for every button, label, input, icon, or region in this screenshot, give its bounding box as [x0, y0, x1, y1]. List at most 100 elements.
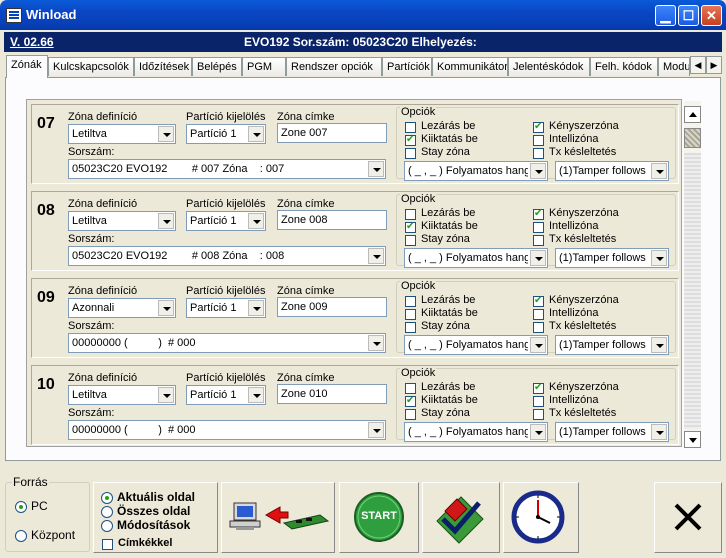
tab-kulcskapcsolok[interactable]: Kulcskapcsolók	[48, 57, 134, 76]
zone-definition-select[interactable]: Letiltva	[68, 124, 176, 144]
tab-idozitesek[interactable]: Időzítések	[134, 57, 192, 76]
exit-button[interactable]	[654, 482, 722, 553]
tab-scroll-left-button[interactable]: ◀	[690, 56, 706, 74]
tx-delay-checkbox[interactable]	[533, 322, 544, 333]
source-central-radio[interactable]	[15, 530, 27, 542]
stay-zone-checkbox[interactable]	[405, 409, 416, 420]
tamper-select[interactable]: (1)Tamper follows	[555, 161, 669, 181]
partition-select[interactable]: Partíció 1	[186, 211, 266, 231]
tamper-select[interactable]: (1)Tamper follows	[555, 248, 669, 268]
page-all-radio[interactable]	[101, 506, 113, 518]
chevron-down-icon[interactable]	[368, 161, 384, 177]
chevron-down-icon[interactable]	[530, 424, 546, 440]
stay-zone-checkbox[interactable]	[405, 148, 416, 159]
start-button[interactable]: START	[339, 482, 419, 553]
zone-label-input[interactable]: Zone 009	[277, 297, 387, 317]
force-zone-checkbox[interactable]	[533, 207, 544, 221]
chevron-down-icon[interactable]	[530, 337, 546, 353]
lock-checkbox[interactable]	[405, 383, 416, 394]
tamper-select[interactable]: (1)Tamper follows	[555, 422, 669, 442]
chevron-down-icon[interactable]	[651, 250, 667, 266]
tab-kommunikator[interactable]: Kommunikátor	[432, 57, 508, 76]
chevron-down-icon[interactable]	[158, 300, 174, 316]
version-link[interactable]: V. 02.66	[10, 35, 54, 49]
chevron-down-icon[interactable]	[530, 163, 546, 179]
bypass-checkbox[interactable]	[405, 133, 416, 147]
bypass-checkbox[interactable]	[405, 309, 416, 320]
lock-checkbox[interactable]	[405, 209, 416, 220]
chevron-down-icon[interactable]	[248, 387, 264, 403]
maximize-button[interactable]: ☐	[678, 5, 699, 26]
verify-button[interactable]	[422, 482, 500, 553]
zone-label-input[interactable]: Zone 008	[277, 210, 387, 230]
serial-select[interactable]: 00000000 ( ) # 000	[68, 333, 386, 353]
alarm-type-select[interactable]: ( _ , _ ) Folyamatos hang	[404, 335, 548, 355]
lock-checkbox[interactable]	[405, 122, 416, 133]
serial-select[interactable]: 05023C20 EVO192 # 008 Zóna : 008	[68, 246, 386, 266]
source-pc-radio[interactable]	[15, 501, 27, 513]
chevron-down-icon[interactable]	[368, 335, 384, 351]
tab-scroll-right-button[interactable]: ▶	[706, 56, 722, 74]
chevron-down-icon[interactable]	[248, 300, 264, 316]
clock-button[interactable]	[503, 482, 579, 553]
partition-select[interactable]: Partíció 1	[186, 298, 266, 318]
alarm-type-select[interactable]: ( _ , _ ) Folyamatos hang	[404, 422, 548, 442]
zone-label-input[interactable]: Zone 010	[277, 384, 387, 404]
lock-checkbox[interactable]	[405, 296, 416, 307]
tab-felh-kodok[interactable]: Felh. kódok	[590, 57, 658, 76]
bypass-checkbox[interactable]	[405, 220, 416, 234]
tab-zonak[interactable]: Zónák	[6, 55, 48, 78]
chevron-down-icon[interactable]	[158, 387, 174, 403]
force-zone-checkbox[interactable]	[533, 120, 544, 134]
scroll-down-button[interactable]	[684, 431, 701, 448]
close-button[interactable]: ✕	[701, 5, 722, 26]
partition-select[interactable]: Partíció 1	[186, 124, 266, 144]
zone-definition-select[interactable]: Azonnali	[68, 298, 176, 318]
stay-zone-checkbox[interactable]	[405, 235, 416, 246]
alarm-type-select[interactable]: ( _ , _ ) Folyamatos hang	[404, 161, 548, 181]
scroll-track[interactable]	[684, 153, 701, 429]
chevron-down-icon[interactable]	[651, 337, 667, 353]
chevron-down-icon[interactable]	[651, 163, 667, 179]
with-labels-checkbox[interactable]	[102, 539, 113, 550]
alarm-type-select[interactable]: ( _ , _ ) Folyamatos hang	[404, 248, 548, 268]
chevron-down-icon[interactable]	[530, 250, 546, 266]
partition-select[interactable]: Partíció 1	[186, 385, 266, 405]
chevron-down-icon[interactable]	[248, 213, 264, 229]
title-bar[interactable]: Winload ▁ ☐ ✕	[0, 0, 726, 30]
chevron-down-icon[interactable]	[158, 126, 174, 142]
tab-jelenteskodok[interactable]: Jelentéskódok	[508, 57, 590, 76]
zone-definition-select[interactable]: Letiltva	[68, 211, 176, 231]
intelli-zone-checkbox[interactable]	[533, 309, 544, 320]
tx-delay-checkbox[interactable]	[533, 409, 544, 420]
tab-particiok[interactable]: Partíciók	[382, 57, 432, 76]
serial-select[interactable]: 00000000 ( ) # 000	[68, 420, 386, 440]
tx-delay-checkbox[interactable]	[533, 235, 544, 246]
tab-rendszer-opciok[interactable]: Rendszer opciók	[286, 57, 382, 76]
page-changes-radio[interactable]	[101, 520, 113, 532]
chevron-down-icon[interactable]	[651, 424, 667, 440]
bypass-checkbox[interactable]	[405, 394, 416, 408]
zone-label-input[interactable]: Zone 007	[277, 123, 387, 143]
intelli-zone-checkbox[interactable]	[533, 222, 544, 233]
intelli-zone-checkbox[interactable]	[533, 396, 544, 407]
chevron-down-icon[interactable]	[158, 213, 174, 229]
chevron-down-icon[interactable]	[368, 248, 384, 264]
intelli-zone-checkbox[interactable]	[533, 135, 544, 146]
minimize-button[interactable]: ▁	[655, 5, 676, 26]
force-zone-checkbox[interactable]	[533, 294, 544, 308]
chevron-down-icon[interactable]	[368, 422, 384, 438]
chevron-down-icon[interactable]	[248, 126, 264, 142]
tab-pgm[interactable]: PGM	[242, 57, 286, 76]
tab-modul[interactable]: Modu	[658, 57, 690, 76]
tamper-select[interactable]: (1)Tamper follows	[555, 335, 669, 355]
vertical-scrollbar[interactable]	[684, 101, 701, 448]
scroll-up-button[interactable]	[684, 106, 701, 123]
force-zone-checkbox[interactable]	[533, 381, 544, 395]
zone-definition-select[interactable]: Letiltva	[68, 385, 176, 405]
transfer-button[interactable]	[221, 482, 335, 553]
scroll-thumb[interactable]	[684, 128, 701, 148]
tab-belepes[interactable]: Belépés	[192, 57, 242, 76]
tx-delay-checkbox[interactable]	[533, 148, 544, 159]
serial-select[interactable]: 05023C20 EVO192 # 007 Zóna : 007	[68, 159, 386, 179]
